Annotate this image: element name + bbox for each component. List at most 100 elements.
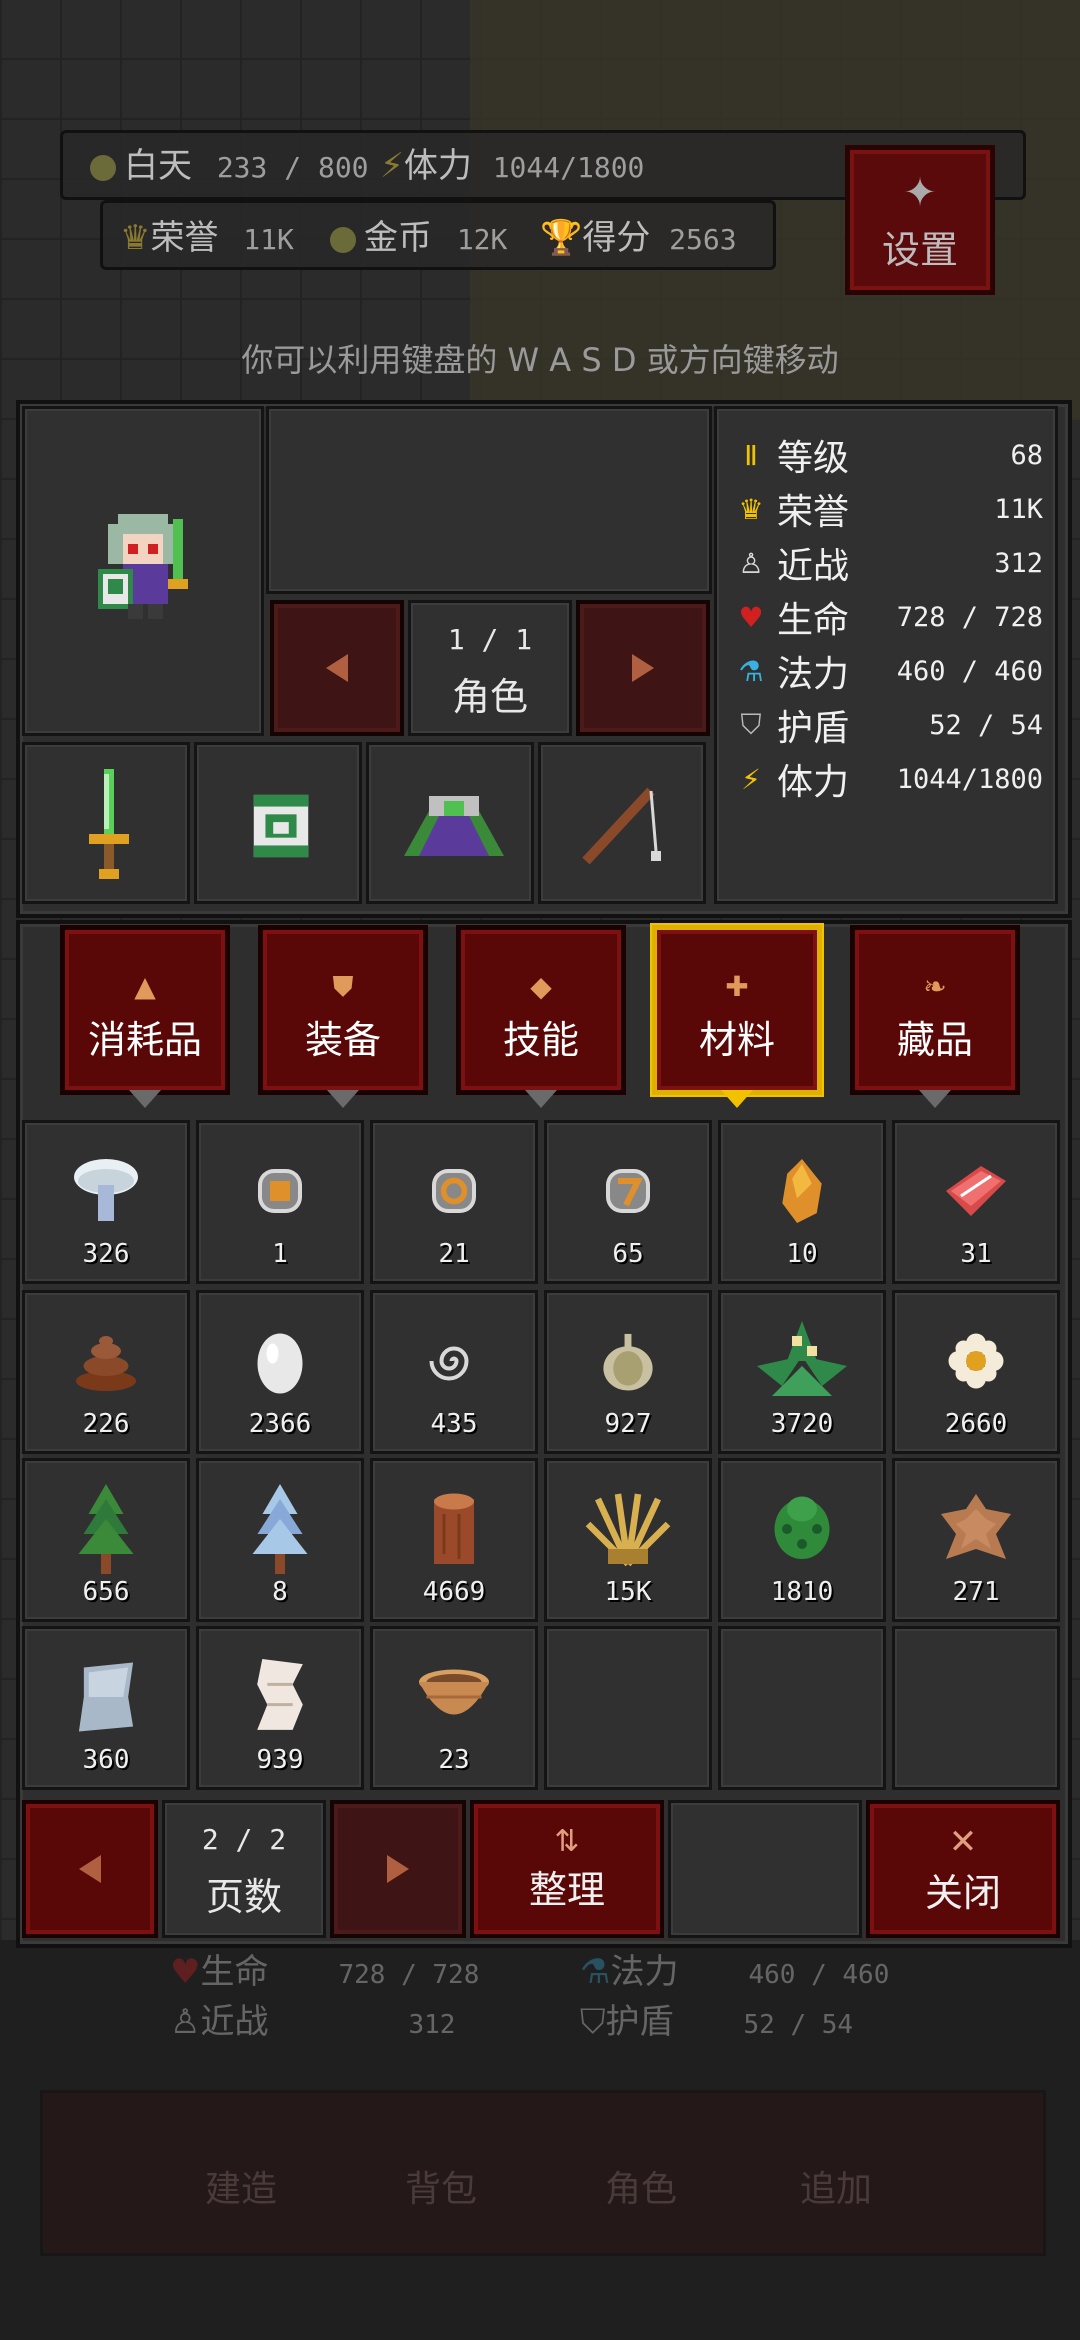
tab-materials[interactable]: ✚ 材料 [652, 925, 822, 1095]
bg-mp-value: 460 / 460 [748, 1960, 890, 1990]
inventory-slot[interactable]: 435 [370, 1290, 538, 1454]
stat-melee-value: 312 [994, 547, 1043, 579]
egg-icon [199, 1321, 361, 1401]
bg-nav-build: 建造 [205, 2169, 278, 2210]
stat-melee: ♙ 近战 312 [717, 537, 1057, 589]
inventory-slot-empty[interactable] [718, 1626, 886, 1790]
character-next-button[interactable] [576, 600, 710, 736]
equip-slot-armor[interactable] [194, 742, 362, 904]
bg-hp: ♥生命 728 / 728 [170, 1944, 479, 1993]
tab-skills[interactable]: ◆ 技能 [456, 925, 626, 1095]
inventory-slot[interactable]: 10 [718, 1120, 886, 1284]
stamina-label: 体力 [403, 146, 472, 186]
inventory-next-button[interactable] [330, 1800, 466, 1938]
tab-equipment-arrow [327, 1090, 359, 1108]
settings-button[interactable]: ✦ 设置 [845, 145, 995, 295]
inventory-slot[interactable]: 21 [370, 1120, 538, 1284]
equip-slot-tool[interactable] [538, 742, 706, 904]
inventory-slot[interactable]: 1810 [718, 1458, 886, 1622]
stat-hp-value: 728 / 728 [896, 601, 1043, 633]
tab-consumables[interactable]: ▲ 消耗品 [60, 925, 230, 1095]
diamond-icon: ◆ [530, 970, 552, 1003]
item-count: 21 [438, 1239, 470, 1269]
character-page-number: 1 / 1 [447, 623, 533, 656]
bg-melee-value: 312 [408, 2010, 456, 2040]
item-count: 226 [82, 1409, 130, 1439]
inventory-slot[interactable]: 939 [196, 1626, 364, 1790]
bg-nav-add: 追加 [800, 2169, 873, 2210]
tab-equipment[interactable]: ⛊ 装备 [258, 925, 428, 1095]
shield-icon: ⛉ [740, 708, 762, 741]
inventory-slot[interactable]: 23 [370, 1626, 538, 1790]
inventory-slot[interactable]: 927 [544, 1290, 712, 1454]
cross-icon: ✚ [725, 970, 749, 1003]
wheat-icon [547, 1489, 709, 1569]
tab-consumables-label: 消耗品 [87, 1018, 202, 1062]
gold-label: 金币 [364, 218, 432, 258]
tab-collectibles[interactable]: ❧ 藏品 [850, 925, 1020, 1095]
heart-icon: ♥ [738, 600, 764, 634]
inventory-slot[interactable]: 31 [892, 1120, 1060, 1284]
item-count: 65 [612, 1239, 644, 1269]
inventory-slot-empty[interactable] [544, 1626, 712, 1790]
inventory-page-indicator: 2 / 2 页数 [162, 1800, 326, 1938]
inventory-prev-button[interactable] [22, 1800, 158, 1938]
orange-gem-coin-icon [199, 1151, 361, 1231]
item-count: 656 [82, 1577, 130, 1607]
honor-value: 11K [243, 223, 294, 256]
equip-slot-weapon[interactable] [22, 742, 190, 904]
stat-level-label: 等级 [777, 438, 850, 479]
sort-button[interactable]: ⇅ 整理 [470, 1800, 664, 1938]
item-count: 939 [256, 1745, 304, 1775]
bg-shield-value: 52 / 54 [743, 2010, 854, 2040]
stats-panel: Ⅱ 等级 68 ♛ 荣誉 11K ♙ 近战 312 ♥ 生命 728 / 728… [714, 406, 1058, 904]
tab-materials-label: 材料 [698, 1018, 775, 1062]
character-page-label: 角色 [451, 675, 528, 719]
equip-slot-cloak[interactable] [366, 742, 534, 904]
dung-icon [25, 1321, 187, 1401]
stamina-display: ⚡体力 1044/1800 [380, 138, 644, 187]
inventory-slot[interactable]: 3720 [718, 1290, 886, 1454]
stat-hp-label: 生命 [777, 600, 850, 641]
inventory-slot[interactable]: 360 [22, 1626, 190, 1790]
character-portrait-slot[interactable] [22, 406, 264, 736]
stat-shield-label: 护盾 [777, 708, 850, 749]
inventory-slot[interactable]: 2660 [892, 1290, 1060, 1454]
item-count: 271 [952, 1577, 1000, 1607]
inventory-slot[interactable]: 326 [22, 1120, 190, 1284]
orange-swirl-coin-icon [373, 1151, 535, 1231]
inventory-slot[interactable]: 8 [196, 1458, 364, 1622]
flower-icon [895, 1321, 1057, 1401]
stat-mp-label: 法力 [777, 654, 850, 695]
inventory-slot[interactable]: 15K [544, 1458, 712, 1622]
inventory-slot[interactable]: 656 [22, 1458, 190, 1622]
item-count: 360 [82, 1745, 130, 1775]
inventory-slot[interactable]: 2366 [196, 1290, 364, 1454]
melee-icon: ♙ [170, 2002, 201, 2042]
inventory-slot[interactable]: 1 [196, 1120, 364, 1284]
honor-display: ♛荣誉 11K [120, 210, 294, 259]
bg-melee-label: 近战 [200, 2002, 269, 2042]
item-count: 4669 [422, 1577, 486, 1607]
orange-seven-coin-icon [547, 1151, 709, 1231]
stat-melee-label: 近战 [777, 546, 850, 587]
footer-empty-slot [668, 1800, 862, 1938]
item-count: 2366 [248, 1409, 312, 1439]
inventory-slot-empty[interactable] [892, 1626, 1060, 1790]
tab-collectibles-arrow [919, 1090, 951, 1108]
inventory-slot[interactable]: 65 [544, 1120, 712, 1284]
close-button[interactable]: ✕ 关闭 [866, 1800, 1060, 1938]
log-icon [373, 1489, 535, 1569]
character-page-indicator: 1 / 1 角色 [408, 600, 572, 736]
trophy-icon: 🏆 [540, 218, 583, 258]
character-prev-button[interactable] [270, 600, 404, 736]
inventory-slot[interactable]: 4669 [370, 1458, 538, 1622]
tab-consumables-arrow [129, 1090, 161, 1108]
gold-display: 金币 12K [330, 210, 507, 259]
leather-icon [895, 1489, 1057, 1569]
stat-mp-value: 460 / 460 [896, 655, 1043, 687]
melee-icon: ♙ [738, 546, 764, 580]
inventory-slot[interactable]: 271 [892, 1458, 1060, 1622]
character-avatar [98, 514, 188, 619]
inventory-slot[interactable]: 226 [22, 1290, 190, 1454]
